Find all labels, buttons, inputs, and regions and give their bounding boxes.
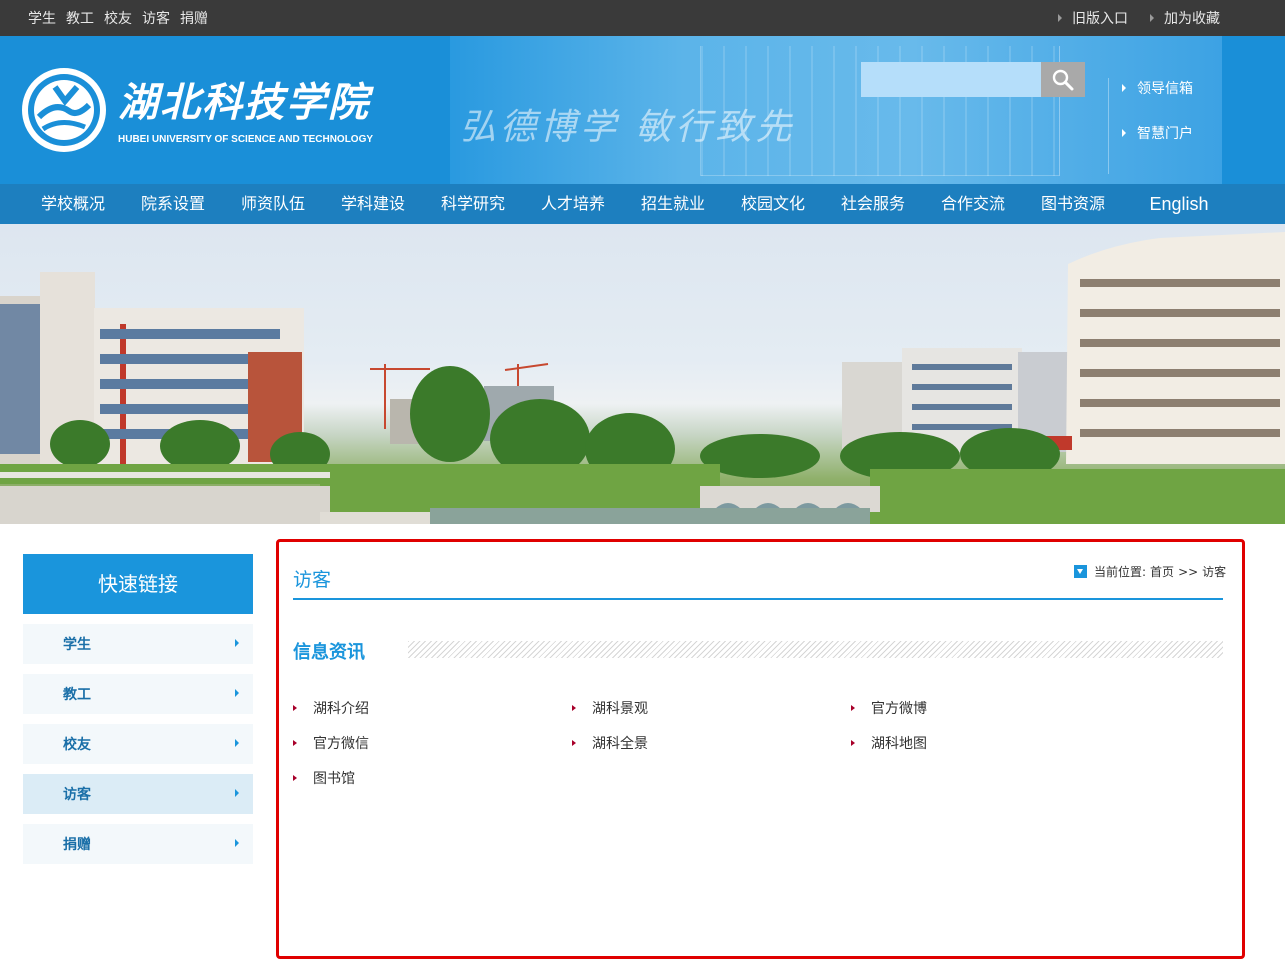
search-icon [1052, 69, 1074, 90]
logo-emblem-icon [22, 68, 106, 152]
link-label: 湖科全景 [592, 736, 648, 752]
sidebar-item-donate[interactable]: 捐赠 [23, 824, 253, 864]
sidebar-item-students[interactable]: 学生 [23, 624, 253, 664]
nav-item-cooperation[interactable]: 合作交流 [923, 184, 1023, 224]
link-scenery[interactable]: 湖科景观 [572, 698, 648, 718]
bookmark-link[interactable]: 加为收藏 [1150, 8, 1220, 28]
link-library[interactable]: 图书馆 [293, 768, 355, 788]
breadcrumb: 当前位置: 首页 >> 访客 [1074, 563, 1226, 580]
link-label: 湖科景观 [592, 701, 648, 717]
nav-item-about[interactable]: 学校概况 [23, 184, 123, 224]
nav-item-campus-culture[interactable]: 校园文化 [723, 184, 823, 224]
top-utility-bar: 学生 教工 校友 访客 捐赠 旧版入口 加为收藏 [0, 0, 1285, 36]
breadcrumb-home-link[interactable]: 首页 [1150, 563, 1174, 580]
link-intro[interactable]: 湖科介绍 [293, 698, 369, 718]
nav-item-research[interactable]: 科学研究 [423, 184, 523, 224]
section-title: 信息资讯 [293, 642, 365, 663]
sidebar-item-label: 访客 [63, 787, 91, 803]
nav-item-faculty[interactable]: 师资队伍 [223, 184, 323, 224]
chevron-right-icon [235, 689, 239, 697]
search-input[interactable] [861, 62, 1041, 97]
link-label: 官方微信 [313, 736, 369, 752]
top-link-donate[interactable]: 捐赠 [180, 8, 208, 28]
leader-mailbox-label: 领导信箱 [1137, 81, 1193, 97]
title-underline [293, 598, 1223, 600]
breadcrumb-separator: >> [1178, 564, 1199, 579]
link-label: 图书馆 [313, 771, 355, 787]
logo-chinese-name: 湖北科技学院 [118, 79, 370, 126]
sidebar-item-label: 教工 [63, 687, 91, 703]
nav-item-departments[interactable]: 院系设置 [123, 184, 223, 224]
link-wechat[interactable]: 官方微信 [293, 733, 369, 753]
triangle-right-icon [1122, 84, 1126, 92]
nav-item-disciplines[interactable]: 学科建设 [323, 184, 423, 224]
smart-portal-link[interactable]: 智慧门户 [1122, 123, 1193, 143]
sidebar-item-label: 校友 [63, 737, 91, 753]
nav-item-english[interactable]: English [1123, 184, 1235, 224]
leader-mailbox-link[interactable]: 领导信箱 [1122, 78, 1193, 98]
chevron-right-icon [235, 839, 239, 847]
link-map[interactable]: 湖科地图 [851, 733, 927, 753]
chevron-right-icon [235, 789, 239, 797]
quick-links-title: 快速链接 [23, 554, 253, 614]
triangle-right-icon [1122, 129, 1126, 137]
sidebar-item-alumni[interactable]: 校友 [23, 724, 253, 764]
bullet-triangle-icon [851, 740, 855, 746]
link-label: 湖科介绍 [313, 701, 369, 717]
triangle-right-icon [1150, 14, 1154, 22]
bookmark-label: 加为收藏 [1164, 11, 1220, 27]
old-version-label: 旧版入口 [1072, 11, 1128, 27]
bullet-triangle-icon [572, 740, 576, 746]
nav-item-education[interactable]: 人才培养 [523, 184, 623, 224]
bullet-triangle-icon [293, 705, 297, 711]
sidebar-item-staff[interactable]: 教工 [23, 674, 253, 714]
sidebar-item-label: 捐赠 [63, 837, 91, 853]
link-weibo[interactable]: 官方微博 [851, 698, 927, 718]
breadcrumb-label: 当前位置: [1094, 565, 1147, 579]
main-nav-list: 学校概况 院系设置 师资队伍 学科建设 科学研究 人才培养 招生就业 校园文化 … [23, 184, 1235, 224]
bullet-triangle-icon [572, 705, 576, 711]
nav-item-admissions[interactable]: 招生就业 [623, 184, 723, 224]
chevron-right-icon [235, 639, 239, 647]
university-logo[interactable]: 湖北科技学院 HUBEI UNIVERSITY OF SCIENCE AND T… [22, 66, 376, 154]
nav-item-library[interactable]: 图书资源 [1023, 184, 1123, 224]
link-label: 湖科地图 [871, 736, 927, 752]
campus-banner-image [0, 224, 1285, 524]
main-navigation: 学校概况 院系设置 师资队伍 学科建设 科学研究 人才培养 招生就业 校园文化 … [0, 184, 1285, 224]
top-right-links: 旧版入口 加为收藏 [1058, 0, 1242, 36]
top-link-visitors[interactable]: 访客 [142, 8, 170, 28]
top-link-staff[interactable]: 教工 [66, 8, 94, 28]
sidebar-item-label: 学生 [63, 637, 91, 653]
search-button[interactable] [1041, 62, 1085, 97]
link-panorama[interactable]: 湖科全景 [572, 733, 648, 753]
bullet-triangle-icon [851, 705, 855, 711]
top-link-students[interactable]: 学生 [28, 8, 56, 28]
content-highlight-frame [276, 539, 1245, 959]
bullet-triangle-icon [293, 775, 297, 781]
location-dropdown-icon [1074, 565, 1087, 578]
campus-scene-illustration [0, 232, 1285, 524]
triangle-right-icon [1058, 14, 1062, 22]
nav-item-social-service[interactable]: 社会服务 [823, 184, 923, 224]
sidebar-item-visitors[interactable]: 访客 [23, 774, 253, 814]
page-title: 访客 [293, 569, 332, 591]
university-motto: 弘德博学 敏行致先 [460, 107, 796, 148]
top-link-alumni[interactable]: 校友 [104, 8, 132, 28]
bullet-triangle-icon [293, 740, 297, 746]
old-version-link[interactable]: 旧版入口 [1058, 8, 1128, 28]
top-quick-links: 学生 教工 校友 访客 捐赠 [28, 0, 218, 36]
link-label: 官方微博 [871, 701, 927, 717]
header-divider [1108, 78, 1109, 174]
breadcrumb-current: 访客 [1202, 565, 1227, 579]
logo-english-name: HUBEI UNIVERSITY OF SCIENCE AND TECHNOLO… [118, 134, 374, 145]
site-header: 湖北科技学院 HUBEI UNIVERSITY OF SCIENCE AND T… [0, 36, 1285, 184]
section-hatch-divider [408, 641, 1223, 658]
smart-portal-label: 智慧门户 [1137, 126, 1193, 142]
chevron-right-icon [235, 739, 239, 747]
